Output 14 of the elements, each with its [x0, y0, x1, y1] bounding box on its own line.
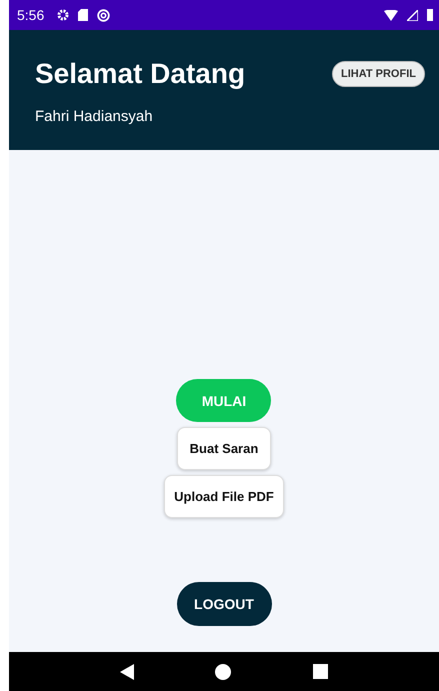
recents-icon[interactable] [313, 664, 328, 679]
action-button[interactable]: Buat Saran [176, 427, 271, 470]
back-icon[interactable] [120, 664, 134, 680]
profile-button[interactable]: LIHAT PROFIL [332, 61, 425, 87]
logout-button[interactable]: LOGOUT [176, 582, 272, 626]
sd-card-icon [78, 9, 88, 21]
welcome-title: Selamat Datang [35, 58, 246, 90]
home-icon[interactable] [215, 664, 232, 680]
action-button[interactable]: Upload File PDF [164, 475, 284, 518]
wifi-icon [384, 10, 398, 20]
battery-icon [427, 9, 433, 21]
user-name: Fahri Hadiansyah [35, 108, 154, 125]
signal-icon [407, 10, 418, 20]
status-time: 5:56 [17, 7, 44, 23]
